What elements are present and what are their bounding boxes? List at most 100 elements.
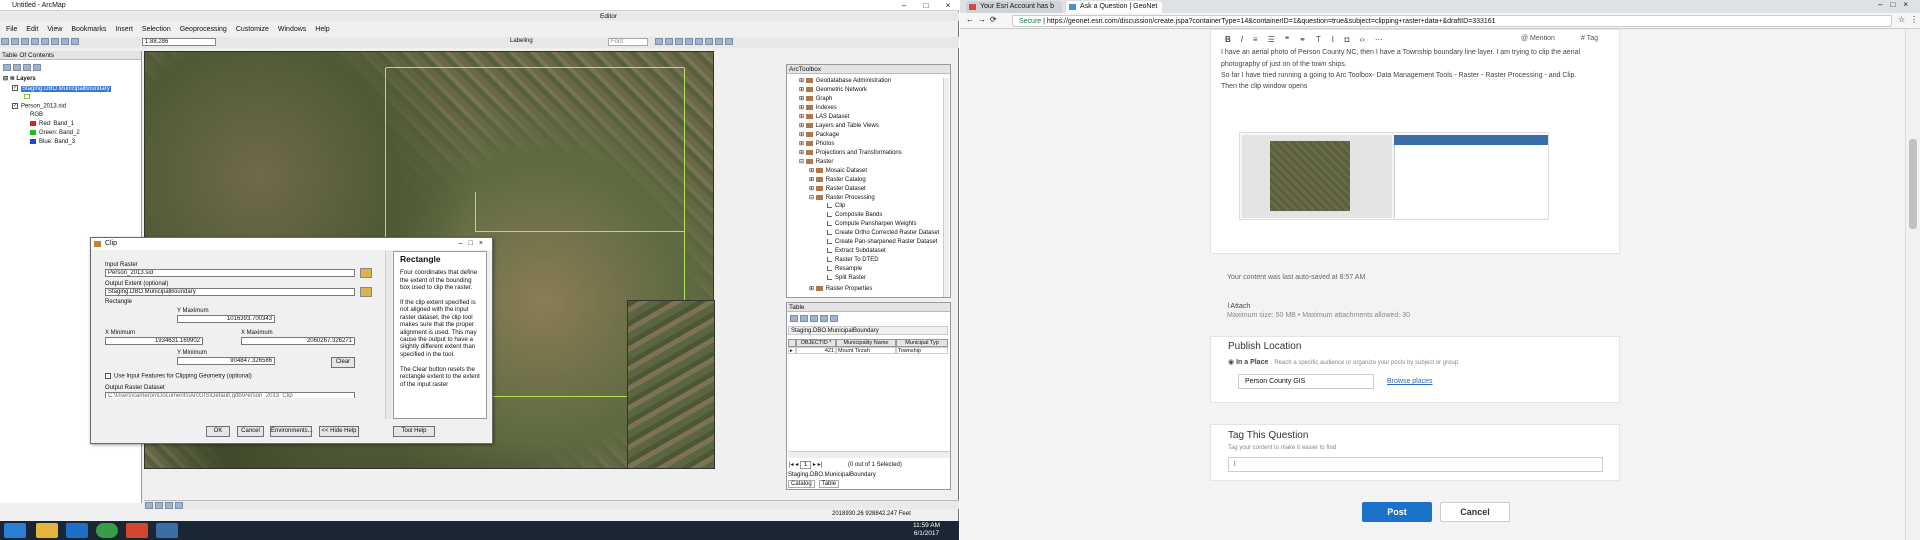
list-icon[interactable]: ≡ bbox=[1253, 35, 1258, 44]
save-icon[interactable] bbox=[21, 38, 29, 45]
layer-checkbox[interactable]: ✓ bbox=[12, 85, 18, 91]
toolbox-item[interactable]: ⊞ Raster Properties bbox=[809, 285, 872, 292]
related-tables-icon[interactable] bbox=[800, 315, 808, 322]
select-icon[interactable] bbox=[725, 38, 733, 45]
output-raster-field[interactable]: C:\Users\cameron\Documents\ArcGIS\Defaul… bbox=[105, 392, 355, 398]
embedded-screenshot[interactable] bbox=[1239, 132, 1549, 220]
tag-button[interactable]: # Tag bbox=[1581, 35, 1598, 42]
file-explorer-icon[interactable] bbox=[36, 523, 58, 538]
maximize-icon[interactable]: □ bbox=[915, 0, 937, 11]
clear-selection-icon[interactable] bbox=[830, 315, 838, 322]
quote-icon[interactable]: ❝ bbox=[1285, 35, 1289, 44]
menu-file[interactable]: File bbox=[6, 26, 17, 33]
delete-icon[interactable] bbox=[71, 38, 79, 45]
clear-button[interactable]: Clear bbox=[331, 357, 355, 368]
code-icon[interactable]: ‹› bbox=[1360, 35, 1365, 44]
select-by-attributes-icon[interactable] bbox=[810, 315, 818, 322]
toolbox-item[interactable]: ⊞ Layers and Table Views bbox=[799, 122, 879, 129]
row-selector[interactable]: ▸ bbox=[788, 347, 796, 354]
toolbox-item[interactable]: ⊞ Mosaic Dataset bbox=[809, 167, 867, 174]
toolbox-item[interactable]: ⊞ Photos bbox=[799, 140, 834, 147]
copy-icon[interactable] bbox=[51, 38, 59, 45]
camera-icon[interactable]: ◘ bbox=[1345, 35, 1350, 44]
mention-button[interactable]: @ Mention bbox=[1521, 35, 1555, 42]
input-raster-combo[interactable]: Person_2013.sid bbox=[105, 269, 355, 277]
full-extent-icon[interactable] bbox=[685, 38, 693, 45]
tool-item[interactable]: Raster To DTED bbox=[827, 257, 879, 263]
toolbox-item-raster[interactable]: ⊟ Raster bbox=[799, 158, 833, 165]
list-by-source-icon[interactable] bbox=[13, 64, 21, 71]
in-place-radio[interactable]: ◉ In a Place Reach a specific audience o… bbox=[1228, 358, 1460, 366]
labeling-menu[interactable]: Labeling bbox=[510, 38, 533, 44]
record-navigator[interactable]: |◂ ◂ 1 ▸ ▸| (0 out of 1 Selected) bbox=[789, 461, 902, 469]
browser-window-controls[interactable]: –□× bbox=[1878, 0, 1916, 9]
new-icon[interactable] bbox=[1, 38, 9, 45]
browse-folder-icon[interactable] bbox=[360, 268, 372, 278]
tool-clip[interactable]: Clip bbox=[827, 203, 845, 209]
toolbox-item-raster-processing[interactable]: ⊟ Raster Processing bbox=[809, 194, 875, 201]
scroll-thumb[interactable] bbox=[1909, 139, 1917, 229]
menu-windows[interactable]: Windows bbox=[278, 26, 306, 33]
start-icon[interactable] bbox=[4, 523, 26, 538]
scale-combo[interactable]: 1:88,286 bbox=[142, 38, 216, 46]
post-button[interactable]: Post bbox=[1362, 502, 1432, 522]
radio-selected-icon[interactable]: ◉ bbox=[1228, 359, 1234, 366]
paste-icon[interactable] bbox=[61, 38, 69, 45]
toolbox-item[interactable]: ⊞ Geodatabase Administration bbox=[799, 77, 891, 84]
dialog-window-controls[interactable]: –□× bbox=[459, 238, 489, 250]
table-dock-tab[interactable]: Table bbox=[818, 480, 840, 488]
toolbox-item[interactable]: ⊞ Package bbox=[799, 131, 839, 138]
table-hscrollbar[interactable] bbox=[788, 451, 950, 458]
switch-selection-icon[interactable] bbox=[820, 315, 828, 322]
cut-icon[interactable] bbox=[41, 38, 49, 45]
bold-icon[interactable]: B bbox=[1225, 35, 1231, 44]
toc-layer-raster[interactable]: ✓ Person_2013.sid bbox=[12, 103, 66, 110]
taskbar-clock[interactable]: 11:59 AM 6/1/2017 bbox=[913, 522, 940, 538]
snipping-tool-icon[interactable] bbox=[126, 523, 148, 538]
menu-customize[interactable]: Customize bbox=[236, 26, 269, 33]
pause-icon[interactable] bbox=[175, 502, 183, 509]
identify-icon[interactable] bbox=[695, 38, 703, 45]
cancel-button[interactable]: Cancel bbox=[237, 426, 264, 437]
browse-folder-icon[interactable] bbox=[360, 287, 372, 297]
table-options-icon[interactable] bbox=[790, 315, 798, 322]
font-combo[interactable]: Font bbox=[608, 38, 648, 46]
page-field[interactable]: 1 bbox=[799, 461, 812, 469]
data-view-icon[interactable] bbox=[145, 502, 153, 509]
clear-format-icon[interactable]: T bbox=[1316, 35, 1321, 44]
toolbox-item[interactable]: ⊞ LAS Dataset bbox=[799, 113, 849, 120]
toc-layer-municipal[interactable]: ✓ Staging.DBO.MunicipalBoundary bbox=[12, 85, 111, 92]
ok-button[interactable]: OK bbox=[206, 426, 230, 437]
xmax-field[interactable]: 2060267.326271 bbox=[241, 337, 355, 345]
menu-bookmarks[interactable]: Bookmarks bbox=[71, 26, 106, 33]
toolbox-item[interactable]: ⊞ Raster Dataset bbox=[809, 185, 866, 192]
catalog-tab[interactable]: Catalog bbox=[788, 480, 815, 488]
open-icon[interactable] bbox=[11, 38, 19, 45]
list-by-selection-icon[interactable] bbox=[33, 64, 41, 71]
use-input-checkbox[interactable] bbox=[105, 373, 111, 379]
toolbox-item[interactable]: ⊞ Raster Catalog bbox=[809, 176, 866, 183]
attach-link[interactable]: ⌇Attach bbox=[1227, 302, 1250, 310]
menu-view[interactable]: View bbox=[47, 26, 62, 33]
output-extent-combo[interactable]: Staging.DBO.MunicipalBoundary bbox=[105, 288, 355, 296]
toolbox-item[interactable]: ⊞ Projections and Transformations bbox=[799, 149, 902, 156]
cancel-post-button[interactable]: Cancel bbox=[1440, 502, 1510, 522]
menu-geoprocessing[interactable]: Geoprocessing bbox=[180, 26, 227, 33]
zoom-out-icon[interactable] bbox=[665, 38, 673, 45]
toolbox-item[interactable]: ⊞ Graph bbox=[799, 95, 832, 102]
tool-item[interactable]: Extract Subdataset bbox=[827, 248, 886, 254]
tool-help-button[interactable]: Tool Help bbox=[393, 426, 435, 437]
zoom-in-icon[interactable] bbox=[655, 38, 663, 45]
list-by-drawing-icon[interactable] bbox=[3, 64, 11, 71]
ymin-field[interactable]: 904847.326586 bbox=[177, 357, 275, 365]
minimize-icon[interactable]: – bbox=[893, 0, 915, 11]
tool-item[interactable]: Create Pan-sharpened Raster Dataset bbox=[827, 239, 937, 245]
page-scrollbar[interactable] bbox=[1905, 29, 1920, 540]
menu-icon[interactable]: ⋮ bbox=[1910, 15, 1918, 24]
find-icon[interactable] bbox=[715, 38, 723, 45]
layout-view-icon[interactable] bbox=[155, 502, 163, 509]
table-tab[interactable]: Staging.DBO.MunicipalBoundary bbox=[788, 326, 948, 335]
attach-icon[interactable]: ⌇ bbox=[1331, 35, 1335, 44]
environments-button[interactable]: Environments... bbox=[270, 426, 313, 437]
use-input-features-row[interactable]: Use Input Features for Clipping Geometry… bbox=[105, 373, 252, 380]
